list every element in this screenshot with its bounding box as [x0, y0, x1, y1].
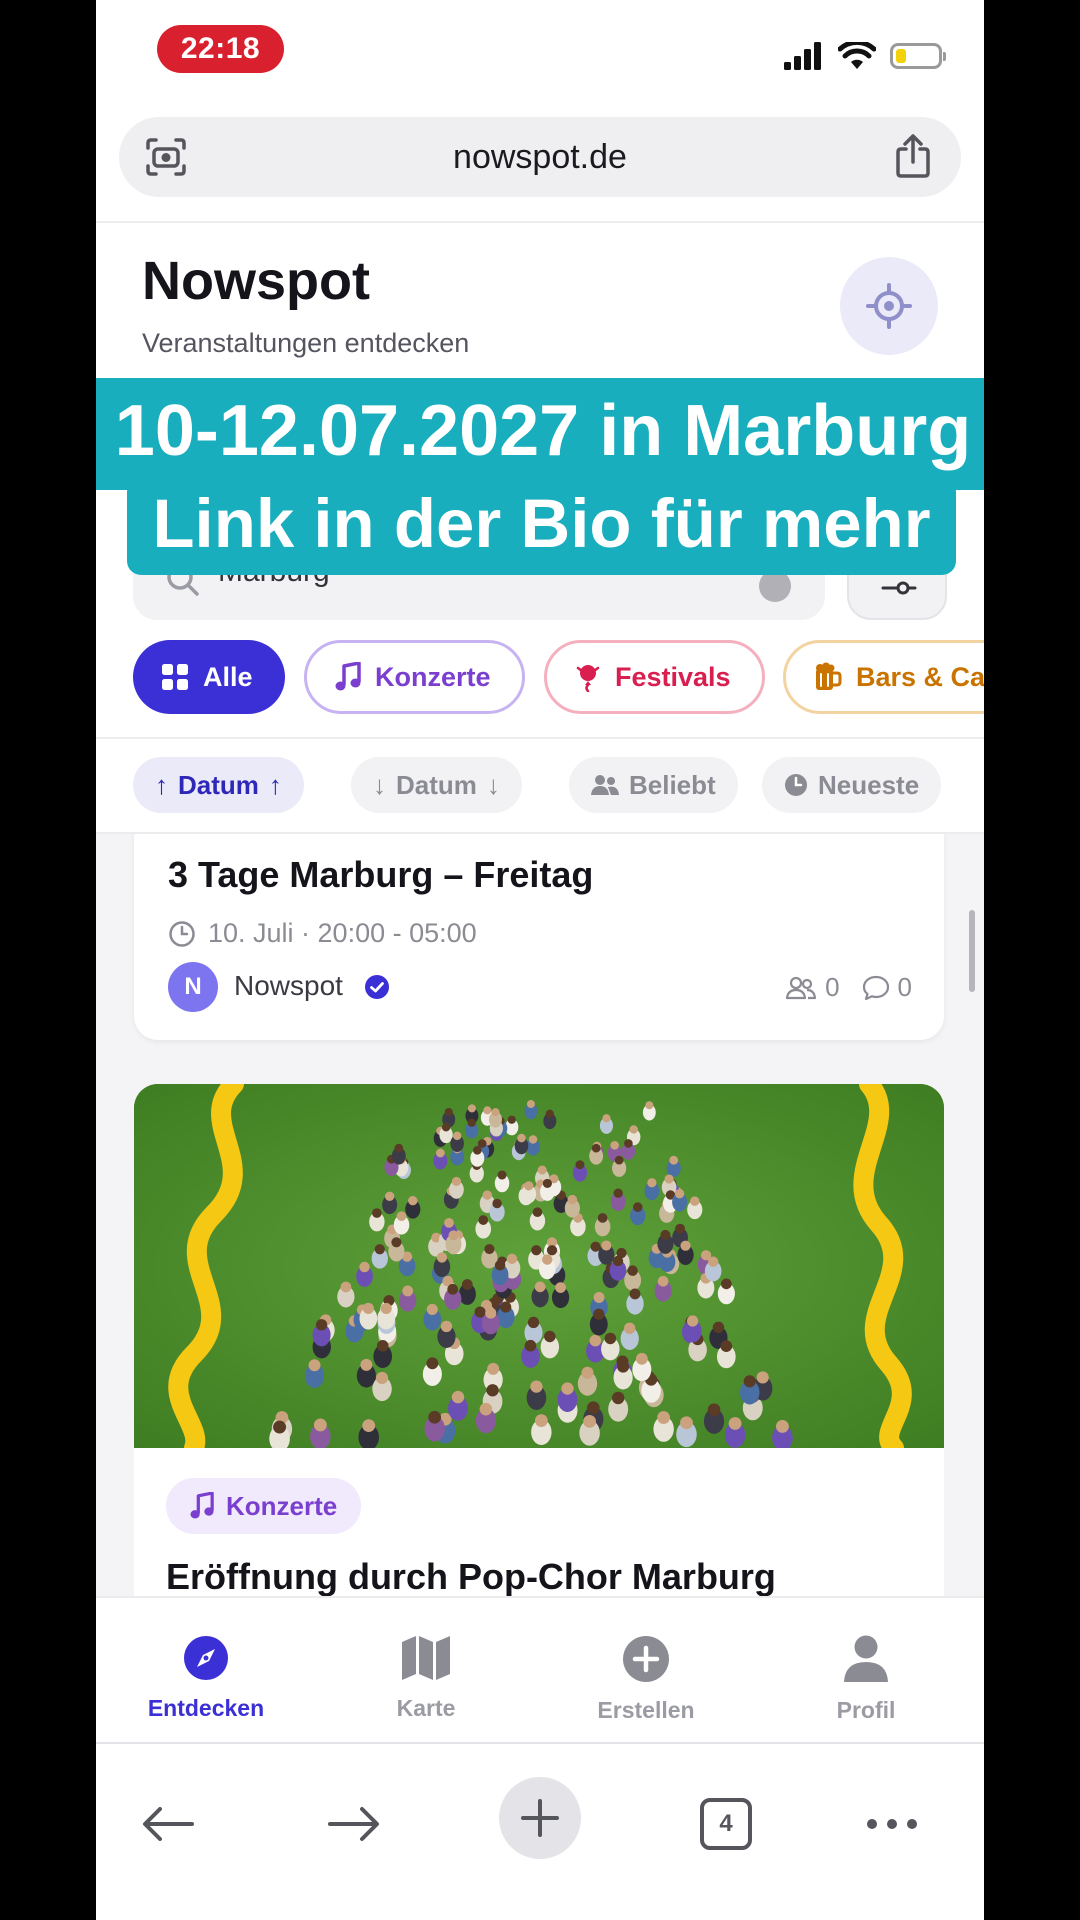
- bottom-nav: Entdecken Karte Erstellen Profil: [96, 1596, 984, 1742]
- status-icons: [784, 40, 946, 72]
- event-title[interactable]: 3 Tage Marburg – Freitag: [168, 854, 593, 896]
- grid-icon: [162, 664, 188, 690]
- wifi-icon: [838, 42, 876, 69]
- event-title[interactable]: Eröffnung durch Pop-Chor Marburg: [166, 1556, 776, 1596]
- address-bar[interactable]: nowspot.de: [119, 117, 961, 197]
- category-label: Bars & Ca: [856, 661, 984, 692]
- clock-icon: [785, 774, 807, 796]
- event-card[interactable]: 3 Tage Marburg – Freitag 10. Juli · 20:0…: [134, 834, 944, 1040]
- nav-label: Profil: [836, 1697, 896, 1723]
- category-chip-konzerte[interactable]: Konzerte: [304, 640, 525, 714]
- crosshair-icon: [866, 283, 912, 329]
- nav-label: Entdecken: [147, 1695, 265, 1721]
- category-chip-alle[interactable]: Alle: [133, 640, 285, 714]
- sort-newest-button[interactable]: Neueste: [762, 757, 942, 813]
- divider: [96, 221, 984, 223]
- status-time: 22:18: [157, 25, 284, 73]
- nav-erstellen[interactable]: Erstellen: [556, 1634, 736, 1724]
- person-icon: [844, 1635, 888, 1682]
- event-category-tag[interactable]: Konzerte: [166, 1478, 362, 1534]
- category-chip-bars[interactable]: Bars & Ca: [783, 640, 984, 714]
- nav-label: Erstellen: [597, 1697, 695, 1723]
- crowd-photo: [134, 1084, 944, 1448]
- locate-me-button[interactable]: [840, 257, 938, 355]
- category-chip-festivals[interactable]: Festivals: [544, 640, 765, 714]
- arrow-down-icon: ↓: [373, 769, 386, 800]
- status-bar: 22:18: [96, 0, 984, 110]
- arrow-up-icon: ↑: [268, 769, 282, 800]
- nav-profil[interactable]: Profil: [776, 1634, 956, 1724]
- attendee-count: 0: [825, 972, 840, 1002]
- comment-count: 0: [897, 972, 912, 1002]
- people-icon: [591, 775, 619, 795]
- more-button[interactable]: [862, 1789, 922, 1859]
- event-image[interactable]: [134, 1084, 944, 1448]
- url-text[interactable]: nowspot.de: [119, 117, 961, 197]
- new-tab-button[interactable]: [499, 1777, 581, 1859]
- organizer-name[interactable]: Nowspot: [234, 970, 343, 1002]
- event-datetime: 10. Juli · 20:00 - 05:00: [168, 918, 477, 949]
- caption-line-1: 10-12.07.2027 in Marburg: [96, 378, 984, 490]
- avatar[interactable]: N: [168, 962, 218, 1012]
- category-label: Alle: [203, 661, 253, 692]
- app-subtitle: Veranstaltungen entdecken: [142, 328, 470, 358]
- plus-circle-icon: [623, 1636, 669, 1682]
- attendees-icon: [785, 976, 817, 999]
- scrollbar[interactable]: [969, 910, 975, 992]
- signal-icon: [784, 42, 821, 70]
- category-label: Festivals: [615, 661, 731, 692]
- caption-overlay: 10-12.07.2027 in Marburg Link in der Bio…: [96, 378, 984, 578]
- sort-date-desc-button[interactable]: ↓ Datum ↓: [351, 757, 522, 813]
- browser-toolbar: 4: [96, 1742, 984, 1920]
- sort-popular-button[interactable]: Beliebt: [569, 757, 738, 813]
- event-card[interactable]: Konzerte Eröffnung durch Pop-Chor Marbur…: [134, 1084, 944, 1596]
- map-icon: [402, 1636, 450, 1680]
- sort-label: Neueste: [818, 769, 920, 800]
- arrow-left-icon: [143, 1807, 194, 1841]
- comment-icon: [862, 975, 889, 1000]
- event-stats: 0 0: [785, 972, 912, 1003]
- beer-mug-icon: [816, 662, 842, 690]
- sort-label: Beliebt: [629, 769, 716, 800]
- forward-button[interactable]: [324, 1789, 384, 1859]
- divider: [96, 737, 984, 739]
- battery-level: [896, 49, 906, 63]
- category-label: Konzerte: [375, 661, 491, 692]
- sort-date-asc-button[interactable]: ↑ Datum ↑: [133, 757, 304, 813]
- verified-badge-icon: [365, 975, 389, 999]
- nav-karte[interactable]: Karte: [336, 1634, 516, 1722]
- tab-count: 4: [700, 1798, 752, 1850]
- arrow-right-icon: [328, 1807, 379, 1841]
- sort-label: Datum: [396, 769, 477, 800]
- balloon-icon: [576, 665, 600, 692]
- phone-screen: 22:18 nowspot.de Nowspot Veranstaltungen…: [96, 0, 984, 1920]
- battery-icon: [890, 43, 946, 69]
- plus-icon: [499, 1777, 581, 1859]
- event-feed[interactable]: 3 Tage Marburg – Freitag 10. Juli · 20:0…: [96, 834, 984, 1596]
- nav-label: Karte: [396, 1695, 456, 1721]
- app-title: Nowspot: [142, 251, 370, 311]
- arrow-up-icon: ↑: [155, 769, 168, 800]
- music-note-icon: [335, 662, 361, 691]
- tabs-button[interactable]: 4: [696, 1789, 756, 1859]
- ellipsis-icon: [867, 1819, 917, 1829]
- sort-label: Datum: [178, 769, 259, 800]
- clock-icon: [169, 920, 195, 947]
- event-datetime-text: 10. Juli · 20:00 - 05:00: [208, 918, 477, 948]
- arrow-down-icon: ↓: [486, 769, 500, 800]
- share-icon[interactable]: [893, 133, 933, 179]
- compass-icon: [184, 1636, 228, 1680]
- tag-label: Konzerte: [226, 1490, 338, 1521]
- caption-line-2: Link in der Bio für mehr: [127, 478, 956, 575]
- music-note-icon: [190, 1492, 214, 1519]
- back-button[interactable]: [138, 1789, 198, 1859]
- nav-entdecken[interactable]: Entdecken: [116, 1634, 296, 1722]
